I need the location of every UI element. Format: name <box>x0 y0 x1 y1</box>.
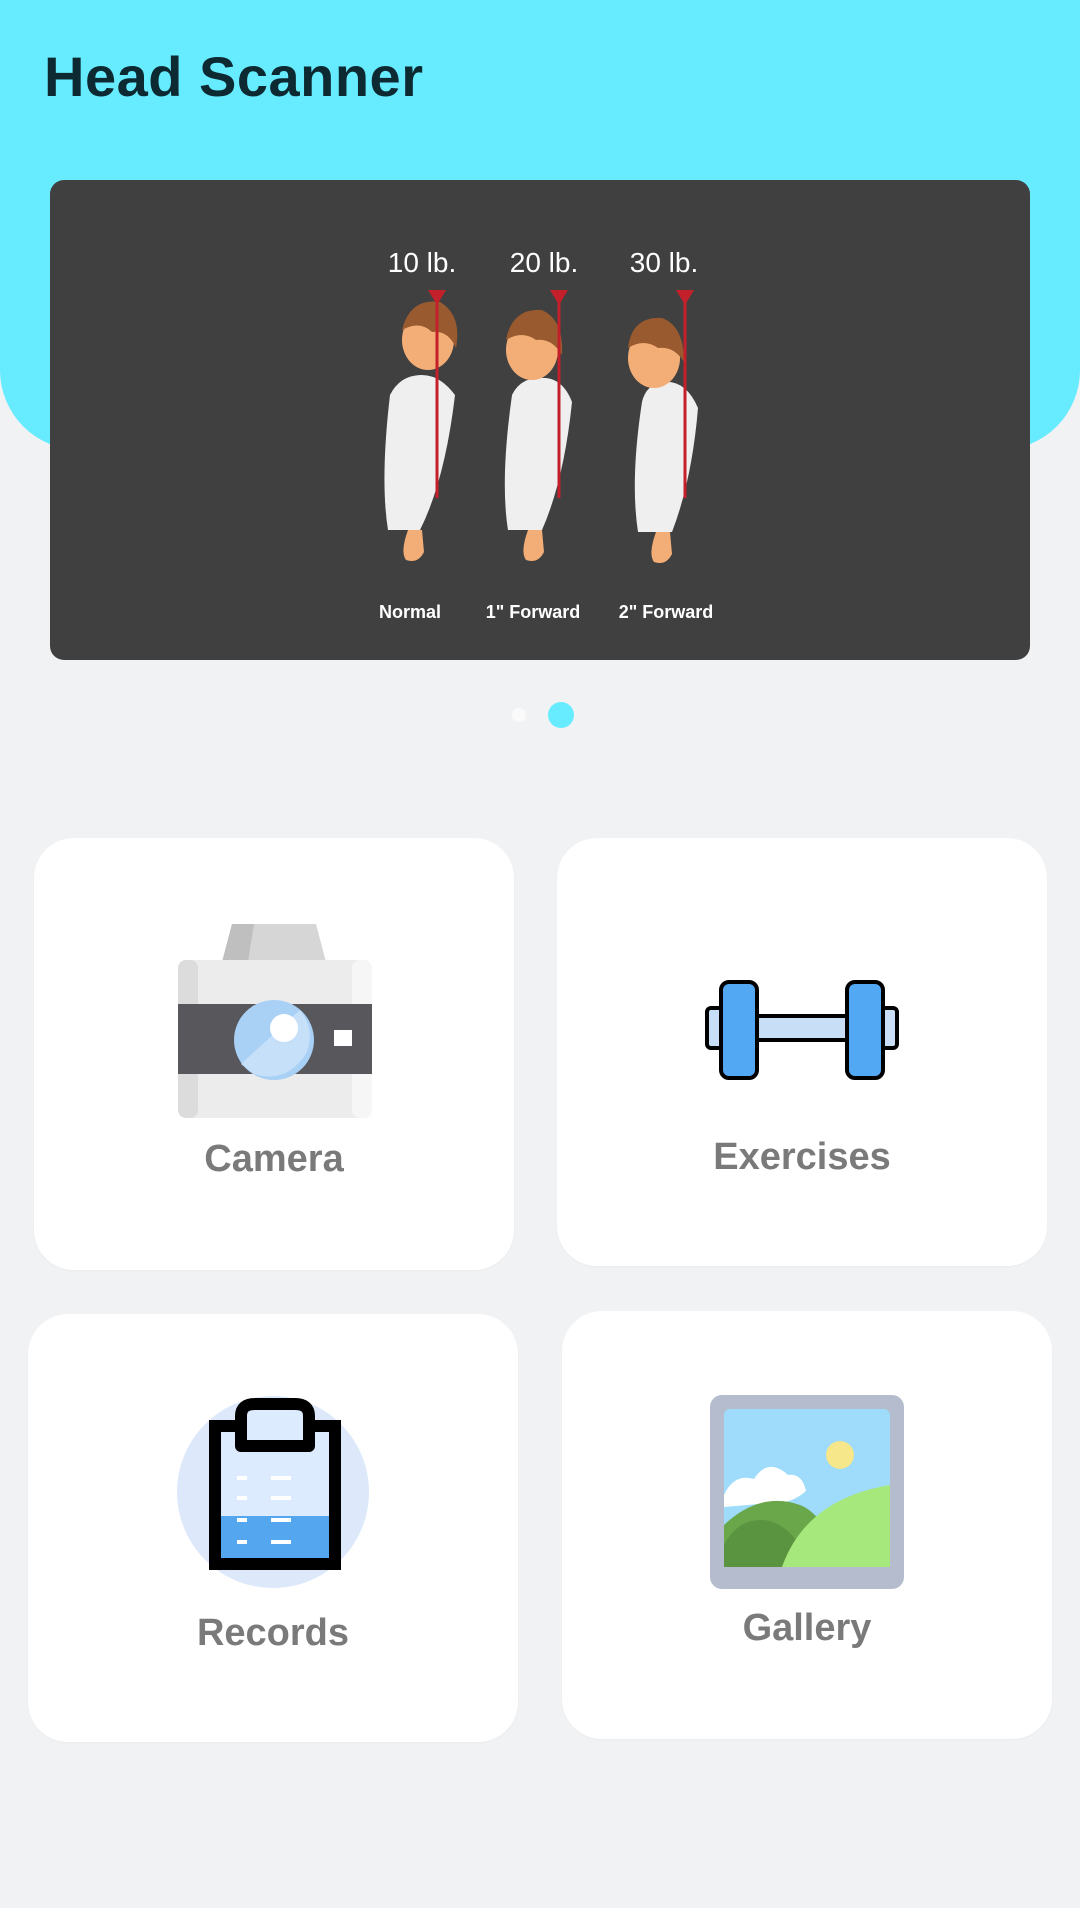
carousel-dot[interactable] <box>512 708 526 722</box>
picture-icon <box>710 1395 904 1589</box>
posture-caption: Normal <box>379 602 441 622</box>
carousel-dot-active[interactable] <box>548 702 574 728</box>
gallery-label: Gallery <box>742 1607 872 1649</box>
dumbbell-icon <box>705 978 899 1082</box>
weight-label: 20 lb. <box>510 247 579 278</box>
posture-illustration: 10 lb. 20 lb. 30 lb. Normal 1" Forward 2… <box>379 247 714 622</box>
weight-label: 10 lb. <box>388 247 457 278</box>
posture-banner[interactable]: 10 lb. 20 lb. 30 lb. Normal 1" Forward 2… <box>50 180 1030 660</box>
exercises-label: Exercises <box>713 1136 891 1178</box>
figure-1in-forward <box>504 290 572 561</box>
camera-label: Camera <box>204 1138 344 1180</box>
camera-card[interactable]: Camera <box>34 838 514 1270</box>
clipboard-icon <box>175 1396 371 1596</box>
weight-label: 30 lb. <box>630 247 699 278</box>
camera-icon <box>176 924 372 1120</box>
gallery-card[interactable]: Gallery <box>562 1311 1052 1739</box>
records-card[interactable]: Records <box>28 1314 518 1742</box>
carousel-indicator <box>0 700 1080 730</box>
posture-caption: 2" Forward <box>619 602 714 622</box>
figure-2in-forward <box>628 290 698 563</box>
exercises-card[interactable]: Exercises <box>557 838 1047 1266</box>
figure-normal <box>384 290 458 561</box>
records-label: Records <box>196 1612 350 1654</box>
posture-caption: 1" Forward <box>486 602 581 622</box>
app-title: Head Scanner <box>44 45 424 108</box>
